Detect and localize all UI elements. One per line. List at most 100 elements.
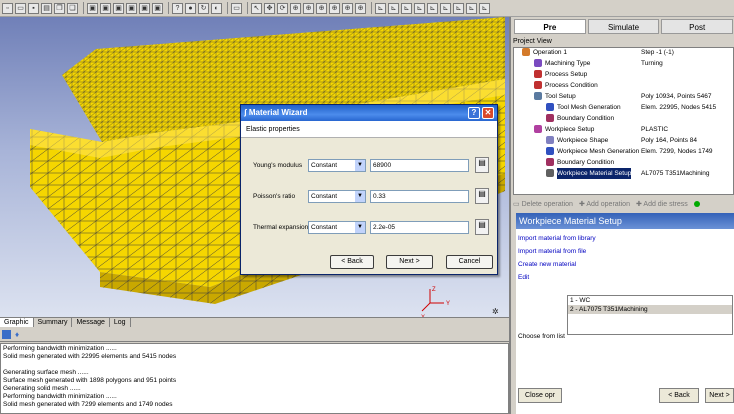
dialog-back-button[interactable]: < Back — [330, 255, 374, 269]
help-pointer-icon[interactable]: ? — [172, 2, 183, 14]
material-wizard-dialog: ʃ Material Wizard ? ✕ Elastic properties… — [240, 104, 498, 275]
tree-item[interactable]: Workpiece Setup PLASTIC — [514, 124, 733, 135]
tree-item[interactable]: Workpiece Material Setup AL7075 T351Machi… — [514, 168, 733, 179]
axis-icon[interactable]: ⊾ — [388, 2, 399, 14]
tree-item-label: Workpiece Setup — [545, 126, 595, 133]
help-button[interactable]: ? — [468, 107, 480, 119]
tab-simulate[interactable]: Simulate — [587, 19, 660, 34]
import-file-link[interactable]: Import material from file — [518, 248, 586, 255]
table-editor-icon[interactable]: ▤ — [475, 219, 489, 235]
material-list[interactable]: 1 - WC 2 - AL7075 T351Machining — [567, 295, 733, 335]
rotate-icon[interactable]: ⟳ — [277, 2, 288, 14]
dialog-next-button[interactable]: Next > — [386, 255, 433, 269]
stop-icon[interactable]: ● — [185, 2, 196, 14]
pointer-icon[interactable]: ↖ — [251, 2, 262, 14]
axis-icon[interactable]: ⊾ — [440, 2, 451, 14]
edit-link[interactable]: Edit — [518, 274, 529, 281]
axis-icon[interactable]: ⊾ — [427, 2, 438, 14]
cube-icon[interactable]: ▣ — [152, 2, 163, 14]
toolbar-separator — [83, 2, 84, 14]
mode-select[interactable]: Constant ▼ — [308, 190, 366, 203]
property-value-input[interactable]: 2.2e-05 — [370, 221, 469, 234]
save-icon[interactable]: ▪ — [28, 2, 39, 14]
zoom-icon[interactable]: ⊕ — [303, 2, 314, 14]
color-icon[interactable]: ◐ — [211, 2, 222, 14]
tab-summary[interactable]: Summary — [34, 318, 73, 327]
create-material-link[interactable]: Create new material — [518, 261, 576, 268]
mode-select[interactable]: Constant ▼ — [308, 221, 366, 234]
tree-item[interactable]: Process Setup — [514, 69, 733, 80]
refresh-icon[interactable]: ↻ — [198, 2, 209, 14]
axis-icon[interactable]: ⊾ — [453, 2, 464, 14]
property-value-input[interactable]: 0.33 — [370, 190, 469, 203]
dialog-cancel-button[interactable]: Cancel — [446, 255, 493, 269]
view-settings-icon[interactable]: ✲ — [492, 307, 501, 316]
material-setup-body: Import material from library Import mate… — [516, 229, 734, 414]
axis-label: Y — [446, 301, 450, 307]
tab-graphic[interactable]: Graphic — [0, 318, 34, 327]
tab-pre[interactable]: Pre — [514, 19, 586, 34]
table-editor-icon[interactable]: ▤ — [475, 157, 489, 173]
zoom-icon[interactable]: ⊕ — [316, 2, 327, 14]
zoom-icon[interactable]: ⊕ — [329, 2, 340, 14]
new-file-icon[interactable]: ▫ — [2, 2, 13, 14]
project-view-label: Project View — [513, 38, 552, 45]
tree-item-label: Boundary Condition — [557, 115, 615, 122]
cube-icon[interactable]: ▣ — [87, 2, 98, 14]
delete-operation-button[interactable]: ▭ Delete operation — [513, 200, 573, 208]
zoom-icon[interactable]: ⊕ — [342, 2, 353, 14]
close-button[interactable]: ✕ — [482, 107, 494, 119]
table-editor-icon[interactable]: ▤ — [475, 188, 489, 204]
tab-log[interactable]: Log — [110, 318, 131, 327]
material-list-item[interactable]: 1 - WC — [568, 296, 732, 305]
import-library-link[interactable]: Import material from library — [518, 235, 596, 242]
chevron-down-icon: ▼ — [355, 191, 365, 202]
tree-item[interactable]: Tool Mesh Generation Elem. 22995, Nodes 5… — [514, 102, 733, 113]
cube-icon[interactable]: ▣ — [139, 2, 150, 14]
tree-item-value: Poly 164, Points 84 — [641, 137, 698, 144]
property-label: Poisson's ratio — [253, 193, 296, 200]
tree-item[interactable]: Tool Setup Poly 10934, Points 5467 — [514, 91, 733, 102]
rectangle-icon[interactable]: ▭ — [231, 2, 242, 14]
back-button[interactable]: < Back — [659, 388, 699, 403]
add-die-stress-button[interactable]: ✚ Add die stress — [636, 200, 688, 208]
print-icon[interactable]: ▤ — [41, 2, 52, 14]
next-button[interactable]: Next > — [705, 388, 734, 403]
mode-select[interactable]: Constant ▼ — [308, 159, 366, 172]
tree-item[interactable]: Boundary Condition — [514, 113, 733, 124]
tab-message[interactable]: Message — [72, 318, 110, 327]
tree-item[interactable]: Machining Type Turning — [514, 58, 733, 69]
clear-log-icon[interactable] — [2, 330, 11, 339]
axis-icon[interactable]: ⊾ — [479, 2, 490, 14]
filter-log-icon[interactable]: ♦ — [15, 330, 24, 339]
axis-icon[interactable]: ⊾ — [401, 2, 412, 14]
tab-post[interactable]: Post — [661, 19, 734, 34]
shape-icon — [546, 136, 554, 144]
open-file-icon[interactable]: ▭ — [15, 2, 26, 14]
axis-icon[interactable]: ⊾ — [414, 2, 425, 14]
copy-icon[interactable]: ❐ — [54, 2, 65, 14]
toolbar-separator — [227, 2, 228, 14]
axis-icon[interactable]: ⊾ — [375, 2, 386, 14]
cube-icon[interactable]: ▣ — [113, 2, 124, 14]
tree-item[interactable]: Workpiece Mesh Generation Elem. 7299, Nod… — [514, 146, 733, 157]
close-operation-button[interactable]: Close opr — [518, 388, 562, 403]
cube-icon[interactable]: ▣ — [126, 2, 137, 14]
tree-item[interactable]: Process Condition — [514, 80, 733, 91]
choose-from-list-label: Choose from list — [518, 333, 565, 340]
axis-icon[interactable]: ⊾ — [466, 2, 477, 14]
tree-item-value: Turning — [641, 60, 663, 67]
add-operation-button[interactable]: ✚ Add operation — [579, 200, 630, 208]
cube-icon[interactable]: ▣ — [100, 2, 111, 14]
property-value-input[interactable]: 68900 — [370, 159, 469, 172]
tree-item[interactable]: Workpiece Shape Poly 164, Points 84 — [514, 135, 733, 146]
tree-item-label: Machining Type — [545, 60, 591, 67]
material-list-item[interactable]: 2 - AL7075 T351Machining — [568, 305, 732, 314]
paste-icon[interactable]: ❏ — [67, 2, 78, 14]
log-line: Performing bandwidth minimization ...... — [3, 345, 117, 352]
tree-item[interactable]: Operation 1 Step -1 (-1) — [514, 48, 733, 58]
zoom-icon[interactable]: ⊕ — [355, 2, 366, 14]
pan-icon[interactable]: ✥ — [264, 2, 275, 14]
tree-item[interactable]: Boundary Condition — [514, 157, 733, 168]
zoom-icon[interactable]: ⊕ — [290, 2, 301, 14]
